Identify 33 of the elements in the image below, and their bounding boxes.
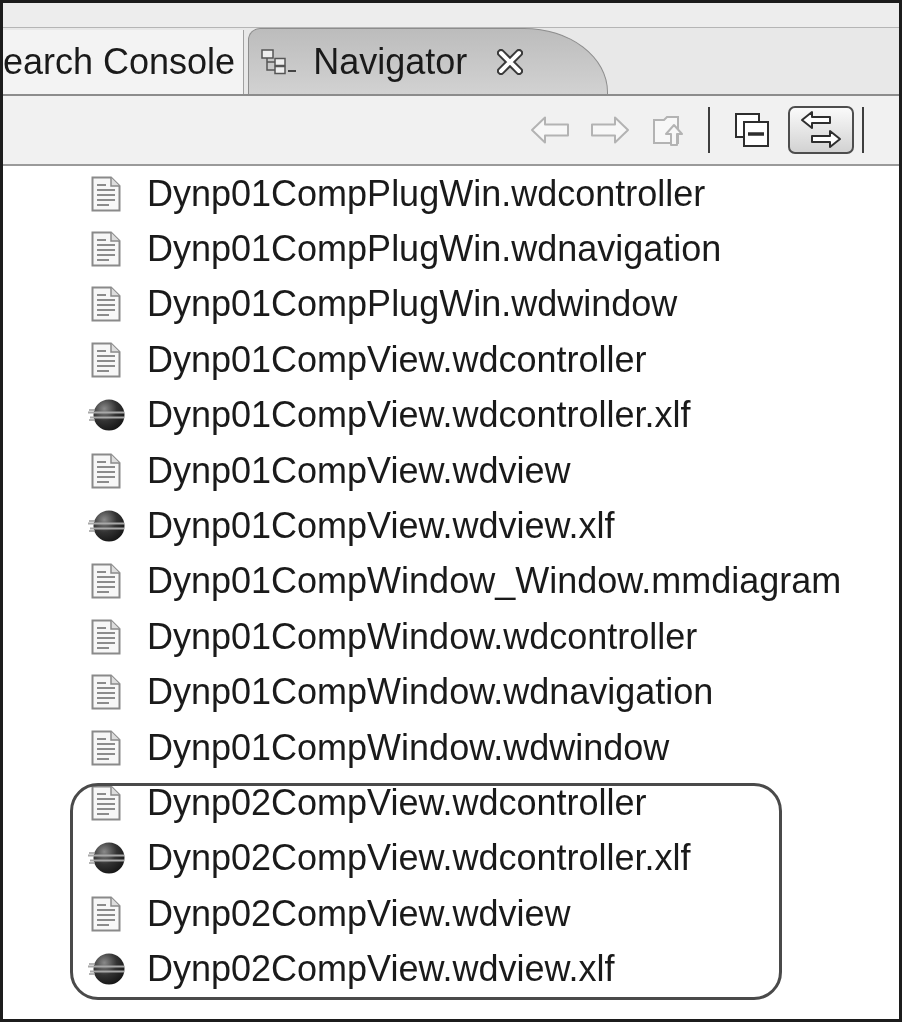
document-icon [91, 452, 121, 489]
file-name[interactable]: Dynp02CompView.wdview [147, 892, 571, 935]
file-name[interactable]: Dynp01CompView.wdcontroller.xlf [147, 394, 691, 437]
file-name[interactable]: Dynp01CompView.wdview.xlf [147, 505, 615, 548]
document-icon [91, 563, 121, 600]
tab[interactable]: earch Console [3, 30, 245, 94]
file-name[interactable]: Dynp01CompWindow_Window.mmdiagram [147, 560, 842, 603]
close-icon[interactable] [497, 48, 524, 75]
sphere-icon [86, 841, 126, 876]
document-icon [91, 231, 121, 268]
file-name[interactable]: Dynp01CompPlugWin.wdcontroller [147, 172, 706, 215]
file-name[interactable]: Dynp01CompView.wdcontroller [147, 338, 647, 381]
file-name[interactable]: Dynp01CompPlugWin.wdwindow [147, 283, 678, 326]
file-name[interactable]: Dynp02CompView.wdcontroller.xlf [147, 837, 691, 880]
document-icon [91, 729, 121, 766]
file-name[interactable]: Dynp02CompView.wdcontroller [147, 782, 647, 824]
document-icon [91, 674, 121, 711]
document-icon [91, 175, 121, 212]
file-name[interactable]: Dynp01CompPlugWin.wdnavigation [147, 228, 722, 271]
document-icon [91, 785, 121, 821]
file-name[interactable]: Dynp01CompView.wdview [147, 449, 571, 492]
file-name[interactable]: Dynp01CompWindow.wdwindow [147, 726, 670, 769]
file-name[interactable]: Dynp01CompWindow.wdnavigation [147, 671, 714, 714]
document-icon [91, 618, 121, 655]
sphere-icon [86, 509, 126, 544]
document-icon [91, 895, 121, 932]
sphere-icon [86, 952, 126, 987]
sphere-icon [86, 398, 126, 433]
document-icon [91, 341, 121, 378]
tab[interactable]: Navigator [248, 28, 609, 94]
file-name[interactable]: Dynp01CompWindow.wdcontroller [147, 615, 698, 658]
document-icon [91, 286, 121, 323]
file-name[interactable]: Dynp02CompView.wdview.xlf [147, 948, 615, 991]
